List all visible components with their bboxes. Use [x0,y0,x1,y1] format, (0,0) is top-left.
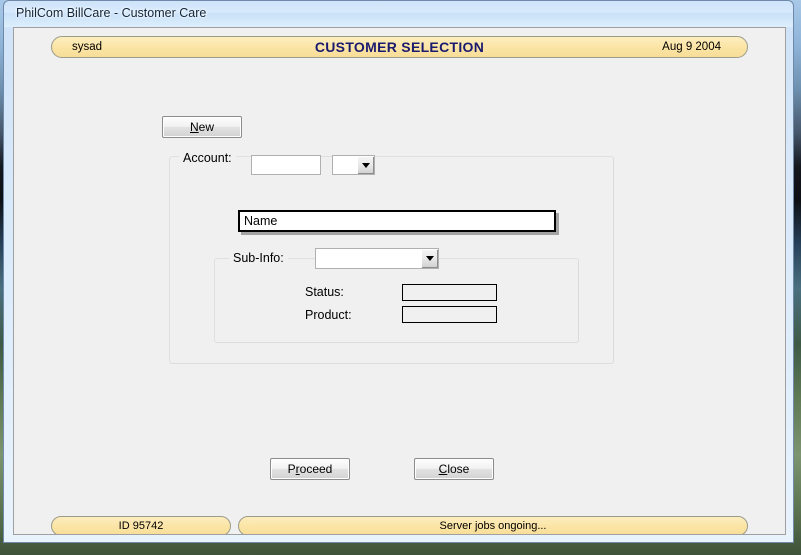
subinfo-dropdown[interactable] [315,248,439,269]
chevron-down-glyph [425,256,434,261]
application-window: PhilCom BillCare - Customer Care sysad C… [3,0,794,543]
account-type-value [333,156,356,174]
new-button-label: New [189,120,214,134]
subinfo-value [316,249,420,268]
account-type-dropdown[interactable] [332,155,375,175]
status-label: Status: [305,285,344,299]
close-button[interactable]: Close [414,458,494,480]
status-jobs-text: Server jobs ongoing... [439,520,547,532]
desktop-background: PhilCom BillCare - Customer Care sysad C… [0,0,801,555]
chevron-down-icon[interactable] [356,156,374,174]
status-jobs-pill: Server jobs ongoing... [238,516,748,534]
subinfo-group-label: Sub-Info: [229,251,288,265]
name-input[interactable] [238,210,556,232]
account-group-label: Account: [179,151,236,165]
status-id-pill: ID 95742 [51,516,231,534]
status-id-text: ID 95742 [118,520,164,532]
proceed-button[interactable]: Proceed [270,458,350,480]
product-label: Product: [305,308,352,322]
product-value [402,306,497,323]
new-button[interactable]: New [162,116,242,138]
banner-date: Aug 9 2004 [662,41,721,53]
page-title: CUSTOMER SELECTION [314,39,485,55]
header-banner: sysad CUSTOMER SELECTION Aug 9 2004 [51,36,748,58]
status-value [402,284,497,301]
window-title: PhilCom BillCare - Customer Care [16,6,207,20]
chevron-down-glyph [361,162,370,168]
proceed-button-label: Proceed [287,462,333,476]
close-button-label: Close [438,462,470,476]
account-input[interactable] [251,155,321,175]
chevron-down-icon[interactable] [420,249,438,268]
application-client-area: sysad CUSTOMER SELECTION Aug 9 2004 New … [13,27,786,535]
subinfo-group [214,258,579,343]
window-titlebar[interactable]: PhilCom BillCare - Customer Care [4,1,793,27]
